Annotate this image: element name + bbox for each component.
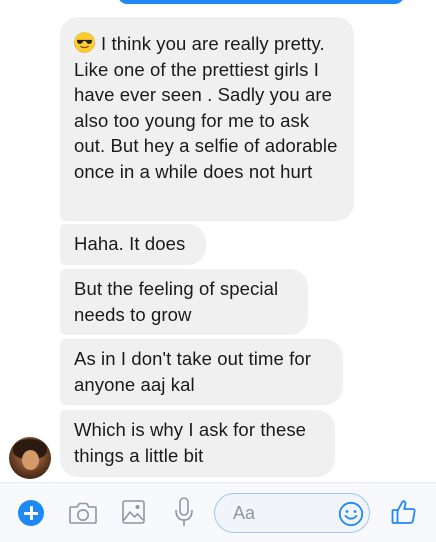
- message-bubble[interactable]: Which is why I ask for these things a li…: [60, 410, 335, 477]
- message-input-placeholder: Aa: [233, 503, 256, 523]
- message-input[interactable]: Aa: [214, 493, 370, 533]
- message-text: As in I don't take out time for anyone a…: [74, 348, 311, 395]
- image-icon[interactable]: [121, 499, 147, 526]
- message-text: I think you are really pretty. Like one …: [74, 33, 338, 182]
- message-text: But the feeling of special needs to grow: [74, 278, 279, 325]
- thumbs-up-icon[interactable]: [390, 498, 418, 526]
- message-bubble[interactable]: Haha. It does: [60, 224, 206, 265]
- plus-icon[interactable]: [18, 500, 44, 526]
- message-composer: Aa: [0, 482, 436, 542]
- message-bubble[interactable]: I think you are really pretty. Like one …: [60, 17, 354, 221]
- message-text: Haha. It does: [74, 233, 186, 254]
- message-text: Which is why I ask for these things a li…: [74, 419, 307, 466]
- sender-avatar[interactable]: [9, 437, 51, 479]
- message-bubble[interactable]: But the feeling of special needs to grow: [60, 269, 308, 335]
- microphone-icon[interactable]: [173, 496, 195, 529]
- sunglasses-emoji-icon: [74, 32, 95, 53]
- avatar-face: [22, 450, 39, 470]
- message-bubble[interactable]: As in I don't take out time for anyone a…: [60, 339, 343, 405]
- emoji-icon[interactable]: [338, 501, 364, 527]
- message-thread: I think you are really pretty. Like one …: [0, 0, 436, 482]
- camera-icon[interactable]: [68, 500, 98, 526]
